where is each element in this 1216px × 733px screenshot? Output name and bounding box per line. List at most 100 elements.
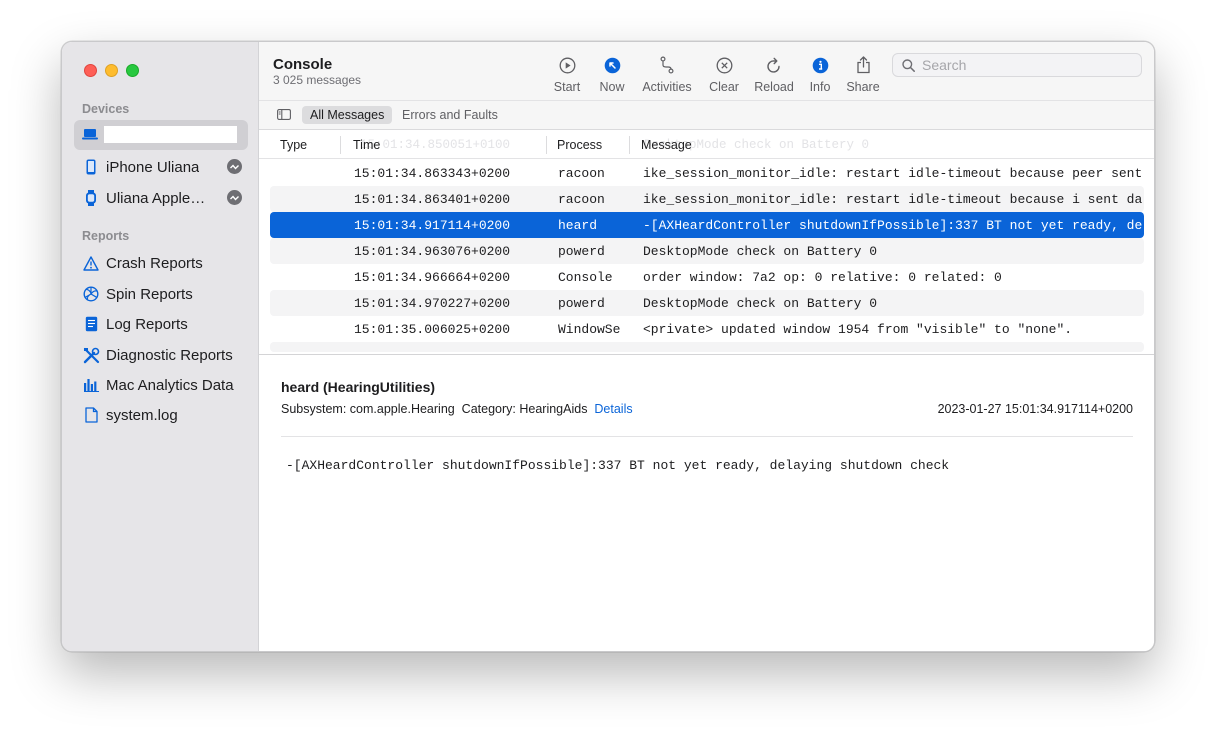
sidebar-item-mac-analytics[interactable]: Mac Analytics Data bbox=[82, 373, 242, 397]
share-icon bbox=[856, 54, 871, 76]
document-icon bbox=[82, 315, 100, 333]
warning-triangle-icon bbox=[82, 254, 100, 272]
category-label: Category: bbox=[461, 402, 516, 416]
sidebar-item-label: Diagnostic Reports bbox=[106, 346, 233, 364]
info-icon bbox=[812, 54, 829, 76]
bar-chart-icon bbox=[82, 376, 100, 394]
filter-bar: All Messages Errors and Faults bbox=[259, 100, 1154, 130]
message-count: 3 025 messages bbox=[273, 73, 362, 87]
table-row-partial bbox=[270, 342, 1144, 352]
row-message: DesktopMode check on Battery 0 bbox=[643, 244, 878, 259]
row-time: 15:01:34.963076+0200 bbox=[354, 244, 511, 259]
redacted-device-name bbox=[104, 126, 237, 143]
table-header: Type Time Process Message bbox=[259, 131, 1154, 159]
sidebar-item-label: Uliana Apple Watch bbox=[106, 189, 206, 207]
sidebar-item-label: Log Reports bbox=[106, 315, 188, 333]
clear-x-circle-icon bbox=[716, 54, 733, 76]
column-time[interactable]: Time bbox=[353, 138, 380, 152]
sidebar-item-spin-reports[interactable]: Spin Reports bbox=[82, 282, 242, 306]
log-rows: 15:01:34.863343+0200 racoon ike_session_… bbox=[270, 160, 1144, 352]
sidebar-item-label: system.log bbox=[106, 406, 178, 424]
column-process[interactable]: Process bbox=[557, 138, 602, 152]
row-time: 15:01:34.863343+0200 bbox=[354, 166, 511, 181]
console-window: Devices iPhone Uliana Uliana Apple Watch bbox=[61, 41, 1155, 652]
window-title: Console bbox=[273, 56, 333, 73]
log-table: 15:01:34.850051+0100 DesktopMode check o… bbox=[259, 131, 1154, 355]
row-time: 15:01:34.863401+0200 bbox=[354, 192, 511, 207]
now-arrow-icon bbox=[604, 54, 621, 76]
column-message[interactable]: Message bbox=[641, 138, 692, 152]
sidebar-item-crash-reports[interactable]: Crash Reports bbox=[82, 251, 242, 275]
sidebar-item-this-mac[interactable] bbox=[74, 120, 248, 150]
column-separator bbox=[629, 136, 630, 154]
sidebar-toggle-icon[interactable] bbox=[277, 109, 291, 120]
table-row[interactable]: 15:01:34.966664+0200 Console order windo… bbox=[270, 264, 1144, 290]
category-value: HearingAids bbox=[519, 402, 588, 416]
row-process: racoon bbox=[558, 166, 605, 181]
table-row[interactable]: 15:01:35.006025+0200 WindowServer <priva… bbox=[270, 316, 1144, 342]
sidebar-item-iphone[interactable]: iPhone Uliana bbox=[82, 155, 242, 179]
detail-message: -[AXHeardController shutdownIfPossible]:… bbox=[286, 458, 950, 473]
activities-button[interactable]: Activities bbox=[637, 54, 697, 94]
row-message: <private> updated window 1954 from "visi… bbox=[643, 322, 1073, 337]
detail-pane: heard (HearingUtilities) Subsystem: com.… bbox=[259, 355, 1154, 651]
row-time: 15:01:34.970227+0200 bbox=[354, 296, 511, 311]
info-label: Info bbox=[809, 80, 831, 94]
minimize-window-button[interactable] bbox=[105, 64, 118, 77]
row-process: WindowServer bbox=[558, 322, 620, 337]
share-button[interactable]: Share bbox=[833, 54, 893, 94]
table-row[interactable]: 15:01:34.863401+0200 racoon ike_session_… bbox=[270, 186, 1144, 212]
row-message: -[AXHeardController shutdownIfPossible]:… bbox=[643, 218, 1143, 233]
column-separator bbox=[546, 136, 547, 154]
row-message: DesktopMode check on Battery 0 bbox=[643, 296, 878, 311]
close-window-button[interactable] bbox=[84, 64, 97, 77]
activities-icon bbox=[659, 54, 675, 76]
table-row-selected[interactable]: 15:01:34.917114+0200 heard -[AXHeardCont… bbox=[270, 212, 1144, 238]
laptop-icon bbox=[82, 129, 98, 140]
detail-divider bbox=[281, 436, 1133, 437]
search-input[interactable] bbox=[922, 57, 1122, 73]
subsystem-label: Subsystem: bbox=[281, 402, 347, 416]
sidebar-item-log-reports[interactable]: Log Reports bbox=[82, 312, 242, 336]
table-row[interactable]: 15:01:34.963076+0200 powerd DesktopMode … bbox=[270, 238, 1144, 264]
row-message: order window: 7a2 op: 0 relative: 0 rela… bbox=[643, 270, 1002, 285]
row-process: powerd bbox=[558, 296, 605, 311]
spin-wheel-icon bbox=[82, 285, 100, 303]
iphone-icon bbox=[82, 158, 100, 176]
zoom-window-button[interactable] bbox=[126, 64, 139, 77]
sidebar-item-apple-watch[interactable]: Uliana Apple Watch bbox=[82, 186, 242, 210]
tools-icon bbox=[82, 346, 100, 364]
detail-timestamp: 2023-01-27 15:01:34.917114+0200 bbox=[937, 402, 1133, 416]
table-row[interactable]: 15:01:34.863343+0200 racoon ike_session_… bbox=[270, 160, 1144, 186]
activity-badge-icon bbox=[227, 190, 242, 205]
reports-header: Reports bbox=[82, 229, 130, 243]
row-message: ike_session_monitor_idle: restart idle-t… bbox=[643, 192, 1143, 207]
activity-badge-icon bbox=[227, 159, 242, 174]
sidebar-item-label: Spin Reports bbox=[106, 285, 193, 303]
play-circle-icon bbox=[559, 54, 576, 76]
row-process: powerd bbox=[558, 244, 605, 259]
now-label: Now bbox=[599, 80, 625, 94]
toolbar: Console 3 025 messages Start Now Activit… bbox=[259, 42, 1154, 100]
sidebar-item-system-log[interactable]: system.log bbox=[82, 403, 242, 427]
search-icon bbox=[902, 58, 915, 72]
activities-label: Activities bbox=[642, 80, 692, 94]
row-message: ike_session_monitor_idle: restart idle-t… bbox=[643, 166, 1143, 181]
column-type[interactable]: Type bbox=[280, 138, 307, 152]
sidebar-item-diagnostic-reports[interactable]: Diagnostic Reports bbox=[82, 343, 242, 367]
tab-errors-and-faults[interactable]: Errors and Faults bbox=[402, 106, 498, 124]
reload-label: Reload bbox=[754, 80, 794, 94]
search-field[interactable] bbox=[892, 53, 1142, 77]
sidebar: Devices iPhone Uliana Uliana Apple Watch bbox=[62, 42, 259, 651]
share-label: Share bbox=[846, 80, 880, 94]
row-process: racoon bbox=[558, 192, 605, 207]
sidebar-item-label: iPhone Uliana bbox=[106, 158, 200, 176]
row-process: heard bbox=[558, 218, 598, 233]
watch-icon bbox=[82, 189, 100, 207]
details-link[interactable]: Details bbox=[594, 402, 632, 416]
row-time: 15:01:35.006025+0200 bbox=[354, 322, 511, 337]
tab-all-messages[interactable]: All Messages bbox=[302, 106, 393, 124]
window-controls bbox=[84, 64, 139, 77]
now-button[interactable]: Now bbox=[582, 54, 642, 94]
table-row[interactable]: 15:01:34.970227+0200 powerd DesktopMode … bbox=[270, 290, 1144, 316]
